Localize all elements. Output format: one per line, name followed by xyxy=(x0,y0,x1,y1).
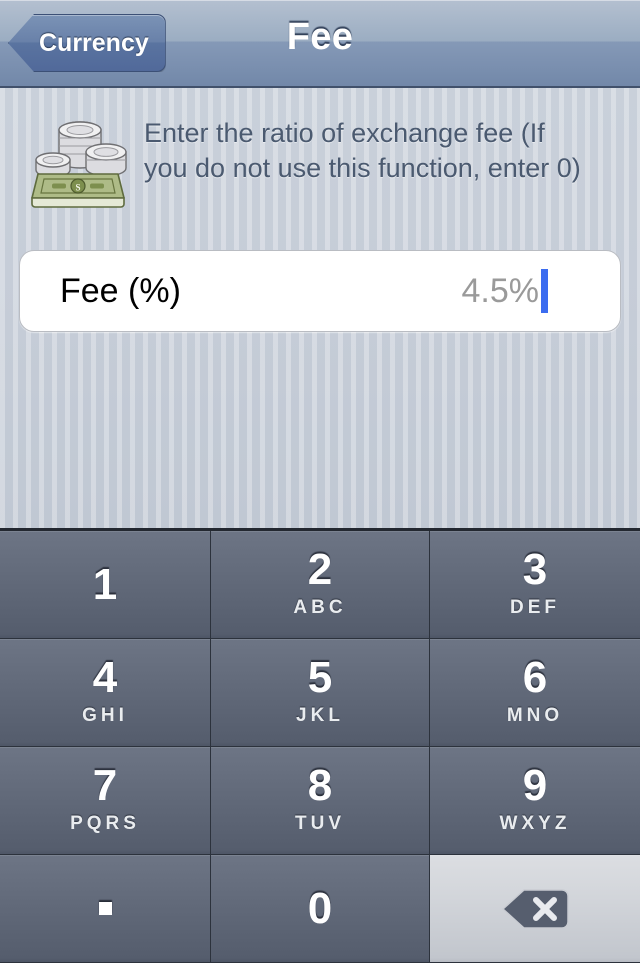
key-letters-label: JKL xyxy=(296,705,344,726)
delete-key[interactable] xyxy=(430,855,640,963)
svg-text:S: S xyxy=(75,183,80,193)
key-letters-label: MNO xyxy=(506,705,564,726)
key-digit-label: 1 xyxy=(92,559,118,609)
key-letters-label: WXYZ xyxy=(499,813,571,834)
key-letters-label: GHI xyxy=(82,705,128,726)
key-digit-label: 6 xyxy=(522,653,548,702)
key-letters-label: DEF xyxy=(510,597,560,618)
key-digit-label: 3 xyxy=(522,545,548,594)
fee-input-field[interactable]: Fee (%) 4.5% xyxy=(19,250,621,332)
key-4[interactable]: 4 GHI xyxy=(0,639,211,747)
backspace-delete-icon xyxy=(500,887,570,931)
text-caret xyxy=(541,269,548,313)
key-letters-label: ABC xyxy=(293,597,347,618)
key-digit-label: 8 xyxy=(307,761,333,810)
period-dot-glyph xyxy=(98,902,112,915)
key-digit-label: 7 xyxy=(92,761,118,810)
content-area: S Enter the ratio of exchange fee (If yo… xyxy=(0,88,640,528)
key-2[interactable]: 2 ABC xyxy=(211,531,430,639)
key-3[interactable]: 3 DEF xyxy=(430,531,640,639)
key-digit-label: 4 xyxy=(92,653,118,702)
instruction-text: Enter the ratio of exchange fee (If you … xyxy=(144,118,581,183)
key-5[interactable]: 5 JKL xyxy=(211,639,430,747)
key-letters-label: TUV xyxy=(295,813,345,834)
instruction-row: S Enter the ratio of exchange fee (If yo… xyxy=(0,110,640,210)
fee-field-label: Fee (%) xyxy=(60,271,181,310)
key-1[interactable]: 1 xyxy=(0,531,211,639)
numeric-keypad: 1 2 ABC 3 DEF 4 GHI 5 JKL 6 MNO 7 PQRS 8 TUV 9 WXYZ 0 xyxy=(0,528,640,963)
page-title: Fee xyxy=(286,16,354,58)
key-digit-label: 2 xyxy=(307,545,333,594)
key-digit-label: 0 xyxy=(307,883,333,933)
money-coins-icon: S xyxy=(28,110,128,210)
key-7[interactable]: 7 PQRS xyxy=(0,747,211,855)
fee-value-container: 4.5% xyxy=(461,269,548,313)
key-9[interactable]: 9 WXYZ xyxy=(430,747,640,855)
key-letters-label: PQRS xyxy=(70,813,140,834)
key-digit-label: 9 xyxy=(522,761,548,810)
key-8[interactable]: 8 TUV xyxy=(211,747,430,855)
key-6[interactable]: 6 MNO xyxy=(430,639,640,747)
navigation-bar: Currency Fee xyxy=(0,0,640,88)
fee-input-placeholder: 4.5% xyxy=(461,271,540,310)
key-0[interactable]: 0 xyxy=(211,855,430,963)
key-period[interactable] xyxy=(0,855,211,963)
key-digit-label: 5 xyxy=(307,653,333,702)
